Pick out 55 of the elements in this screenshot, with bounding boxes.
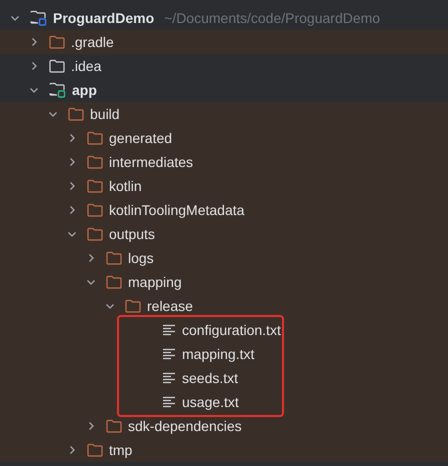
node-label: seeds.txt xyxy=(182,368,238,388)
chevron-icon[interactable] xyxy=(67,181,77,191)
chevron-icon[interactable] xyxy=(105,301,115,311)
tree-row[interactable]: outputs xyxy=(0,222,448,246)
node-label: build xyxy=(90,104,120,124)
tree-row[interactable]: mapping.txt xyxy=(0,342,448,366)
chevron-icon[interactable] xyxy=(29,37,39,47)
node-label: sdk-dependencies xyxy=(128,416,242,436)
node-label: .gradle xyxy=(71,32,114,52)
tree-row[interactable]: build xyxy=(0,102,448,126)
text-file-icon xyxy=(162,372,176,384)
chevron-icon[interactable] xyxy=(86,421,96,431)
tree-row[interactable]: intermediates xyxy=(0,150,448,174)
tree-row[interactable]: kotlinToolingMetadata xyxy=(0,198,448,222)
text-file-icon xyxy=(162,324,176,336)
chevron-icon[interactable] xyxy=(29,61,39,71)
node-label: outputs xyxy=(109,224,155,244)
node-label: usage.txt xyxy=(182,392,239,412)
text-file-icon xyxy=(162,396,176,408)
tree-row[interactable]: generated xyxy=(0,126,448,150)
tree-row[interactable]: mapping xyxy=(0,270,448,294)
chevron-icon[interactable] xyxy=(67,157,77,167)
node-label: mapping xyxy=(128,272,182,292)
tree-row[interactable]: sdk-dependencies xyxy=(0,414,448,438)
node-label: mapping.txt xyxy=(182,344,254,364)
node-label: app xyxy=(72,80,97,100)
chevron-icon[interactable] xyxy=(67,445,77,455)
node-label: generated xyxy=(109,128,172,148)
node-label: logs xyxy=(128,248,154,268)
node-label: kotlinToolingMetadata xyxy=(109,200,244,220)
node-label: configuration.txt xyxy=(182,320,281,340)
node-label: tmp xyxy=(109,440,132,460)
chevron-icon[interactable] xyxy=(67,205,77,215)
chevron-icon[interactable] xyxy=(29,85,39,95)
tree-row[interactable]: .gradle xyxy=(0,30,448,54)
node-label: ProguardDemo xyxy=(53,8,154,28)
tree-row[interactable]: usage.txt xyxy=(0,390,448,414)
node-path: ~/Documents/code/ProguardDemo xyxy=(164,8,380,28)
node-label: .idea xyxy=(71,56,102,76)
tree-row[interactable]: configuration.txt xyxy=(0,318,448,342)
chevron-icon[interactable] xyxy=(67,229,77,239)
chevron-icon[interactable] xyxy=(10,13,20,23)
tree-row[interactable]: release xyxy=(0,294,448,318)
node-label: kotlin xyxy=(109,176,142,196)
chevron-icon[interactable] xyxy=(86,253,96,263)
tree-row[interactable]: tmp xyxy=(0,438,448,462)
chevron-icon[interactable] xyxy=(67,133,77,143)
text-file-icon xyxy=(162,348,176,360)
node-label: release xyxy=(147,296,193,316)
tree-row[interactable]: logs xyxy=(0,246,448,270)
tree-row[interactable]: kotlin xyxy=(0,174,448,198)
chevron-icon[interactable] xyxy=(86,277,96,287)
chevron-icon[interactable] xyxy=(48,109,58,119)
node-label: intermediates xyxy=(109,152,194,172)
tree-row[interactable]: seeds.txt xyxy=(0,366,448,390)
